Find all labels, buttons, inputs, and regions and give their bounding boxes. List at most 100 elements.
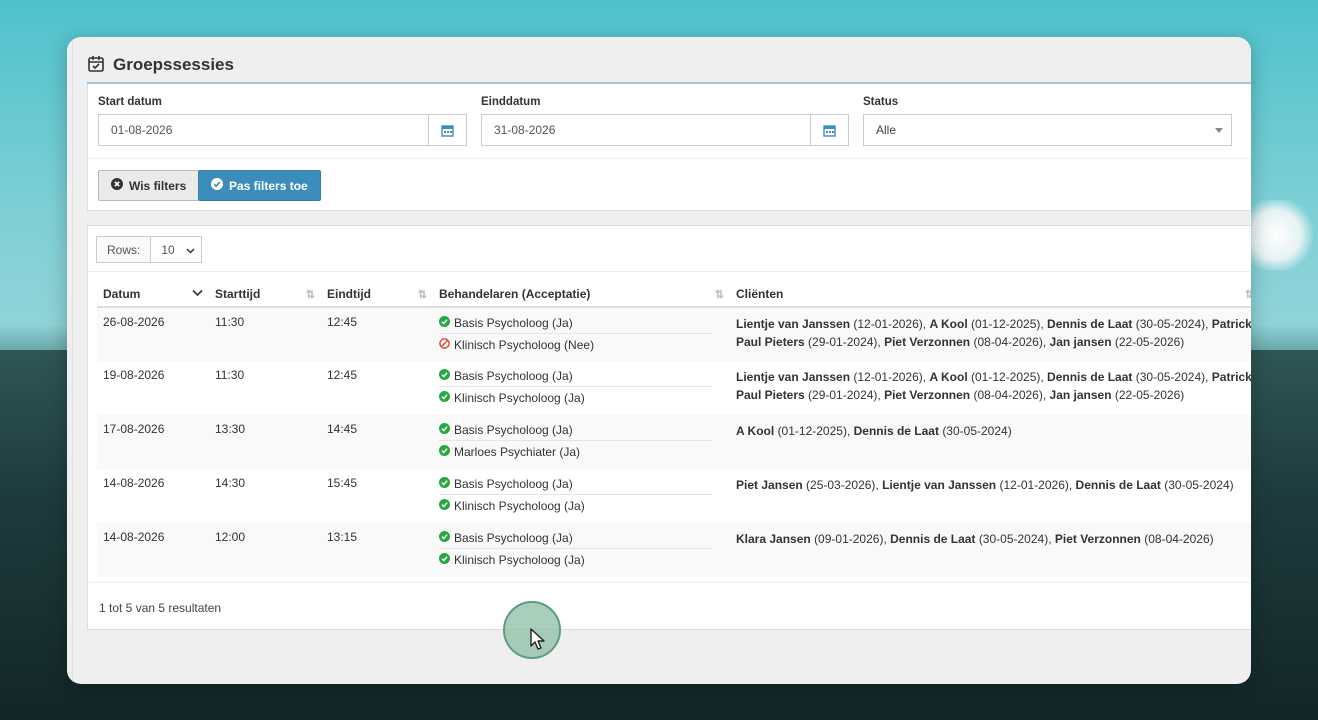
therapist-entry: Klinisch Psycholoog (Nee) <box>439 334 712 356</box>
client-birthdate: (30-05-2024) <box>1164 478 1234 492</box>
client-name: Dennis de Laat <box>853 424 939 438</box>
sessions-table-panel: Rows: 10 Datum Starttijd ⇅ Eindtijd ⇅ Beha… <box>87 225 1251 630</box>
end-date-value[interactable]: 31-08-2026 <box>482 123 810 137</box>
cell-date: 14-08-2026 <box>97 523 209 577</box>
client-birthdate: (30-05-2024) <box>942 424 1012 438</box>
table-row[interactable]: 14-08-2026 12:00 13:15 Basis Psycholoog (Ja… <box>97 523 1251 577</box>
table-row[interactable]: 14-08-2026 14:30 15:45 Basis Psycholoog (Ja… <box>97 469 1251 523</box>
therapist-entry: Klinisch Psycholoog (Ja) <box>439 549 712 571</box>
client-name: Piet Verzonnen <box>1054 532 1141 546</box>
client-birthdate: (30-05-2024) <box>1135 317 1206 331</box>
check-circle-icon <box>439 422 450 437</box>
start-date-field[interactable]: 01-08-2026 <box>98 114 467 146</box>
table-row[interactable]: 26-08-2026 11:30 12:45 Basis Psycholoog (Ja… <box>97 307 1251 361</box>
clear-filters-button[interactable]: Wis filters <box>98 170 200 201</box>
cell-start-time: 13:30 <box>209 415 321 469</box>
sort-icon[interactable]: ⇅ <box>1245 288 1251 301</box>
cell-therapists: Basis Psycholoog (Ja) Klinisch Psycholoog… <box>433 361 730 415</box>
check-circle-icon <box>439 445 450 459</box>
client-name: Dennis de Laat <box>1047 317 1133 331</box>
check-circle-icon <box>439 476 450 491</box>
rows-per-page-select[interactable]: Rows: 10 <box>96 236 202 263</box>
check-circle-icon <box>439 553 450 567</box>
column-header-starttijd[interactable]: Starttijd ⇅ <box>209 281 321 308</box>
client-birthdate: (01-12-2025) <box>971 370 1041 384</box>
toolbar-divider <box>88 271 1251 272</box>
client-birthdate: (09-01-2026) <box>814 532 884 546</box>
cell-start-time: 11:30 <box>215 368 245 382</box>
chevron-down-icon[interactable] <box>186 243 195 257</box>
client-birthdate: (08-04-2026) <box>1144 532 1214 546</box>
column-header-clienten[interactable]: Cliënten ⇅ <box>730 281 1251 308</box>
client-birthdate: (29-01-2024) <box>808 388 878 402</box>
calendar-icon[interactable] <box>428 115 466 145</box>
filter-panel: Start datum 01-08-2026 Einddatum 31-08-2… <box>87 84 1251 211</box>
cell-clients: Lientje van Janssen (12-01-2026), A Kool… <box>730 307 1251 361</box>
client-birthdate: (12-01-2026) <box>999 478 1069 492</box>
cell-end-time: 12:45 <box>327 368 358 382</box>
apply-filters-button[interactable]: Pas filters toe <box>198 170 321 201</box>
therapist-entry: Klinisch Psycholoog (Ja) <box>439 495 712 517</box>
table-row[interactable]: 17-08-2026 13:30 14:45 Basis Psycholoog (Ja… <box>97 415 1251 469</box>
cell-date: 14-08-2026 <box>103 476 165 490</box>
cell-end-time: 12:45 <box>321 307 433 361</box>
column-header-eindtijd[interactable]: Eindtijd ⇅ <box>321 281 433 308</box>
cell-therapists: Basis Psycholoog (Ja) Marloes Psychiater … <box>433 415 730 469</box>
check-circle-icon <box>439 499 450 513</box>
therapist-label: Klinisch Psycholoog (Nee) <box>454 338 595 352</box>
therapist-label: Klinisch Psycholoog (Ja) <box>454 391 585 405</box>
chevron-down-icon[interactable] <box>1215 127 1223 133</box>
client-birthdate: (01-12-2025) <box>777 424 847 438</box>
pagination-info: 1 tot 5 van 5 resultaten <box>99 601 222 615</box>
sort-icon[interactable]: ⇅ <box>715 288 724 301</box>
start-date-value[interactable]: 01-08-2026 <box>99 123 428 137</box>
cell-date: 17-08-2026 <box>97 415 209 469</box>
sort-desc-icon[interactable] <box>192 288 203 300</box>
therapist-entry: Basis Psycholoog (Ja) <box>439 527 712 549</box>
client-birthdate: (01-12-2025) <box>971 317 1041 331</box>
table-header-row: Datum Starttijd ⇅ Eindtijd ⇅ Behandelaren … <box>97 281 1251 308</box>
client-name: Piet Verzonnen <box>884 388 971 402</box>
column-header-datum[interactable]: Datum <box>97 281 209 308</box>
ban-icon <box>439 338 450 352</box>
sort-icon[interactable]: ⇅ <box>418 288 427 301</box>
background-cloud <box>1248 200 1318 270</box>
therapist-label: Basis Psycholoog (Ja) <box>454 476 573 491</box>
end-date-field[interactable]: 31-08-2026 <box>481 114 849 146</box>
check-circle-icon <box>439 391 450 405</box>
client-name: Klara Jansen <box>736 532 811 546</box>
cell-start-time: 12:00 <box>209 523 321 577</box>
page-header: Groepssessies <box>87 47 1251 83</box>
check-circle-icon <box>211 178 223 193</box>
therapist-entry: Basis Psycholoog (Ja) <box>439 419 712 441</box>
page-title: Groepssessies <box>113 55 234 74</box>
cell-clients: A Kool (01-12-2025), Dennis de Laat (30-… <box>730 415 1251 469</box>
therapist-entry: Marloes Psychiater (Ja) <box>439 441 712 463</box>
cell-start-time: 11:30 <box>209 307 321 361</box>
check-circle-icon <box>439 368 450 383</box>
sidebar-edge <box>67 37 73 684</box>
cell-date: 19-08-2026 <box>103 368 165 382</box>
table-row[interactable]: 19-08-2026 11:30 12:45 Basis Psycholoog (Ja… <box>97 361 1251 415</box>
therapist-label: Basis Psycholoog (Ja) <box>454 530 573 545</box>
filter-divider <box>88 158 1251 159</box>
clear-filters-label: Wis filters <box>129 178 187 193</box>
client-birthdate: (30-05-2024) <box>1135 370 1206 384</box>
rows-value[interactable]: 10 <box>151 243 186 257</box>
column-header-behandelaren[interactable]: Behandelaren (Acceptatie) ⇅ <box>433 281 730 308</box>
status-value[interactable]: Alle <box>864 123 1215 137</box>
cell-end-time: 15:45 <box>327 476 358 490</box>
status-select[interactable]: Alle <box>863 114 1232 146</box>
apply-filters-label: Pas filters toe <box>229 178 308 193</box>
close-circle-icon <box>111 178 123 193</box>
sort-icon[interactable]: ⇅ <box>306 288 315 301</box>
cell-therapists: Basis Psycholoog (Ja) Klinisch Psycholoog… <box>433 469 730 523</box>
client-name: Piet Jansen <box>736 478 803 492</box>
therapist-entry: Basis Psycholoog (Ja) <box>439 312 712 334</box>
calendar-icon[interactable] <box>810 115 848 145</box>
therapist-label: Basis Psycholoog (Ja) <box>454 315 573 330</box>
cell-date: 26-08-2026 <box>97 307 209 361</box>
rows-label: Rows: <box>97 237 152 262</box>
cell-start-time: 14:30 <box>215 476 246 490</box>
client-name: Jan jansen <box>1049 388 1112 402</box>
